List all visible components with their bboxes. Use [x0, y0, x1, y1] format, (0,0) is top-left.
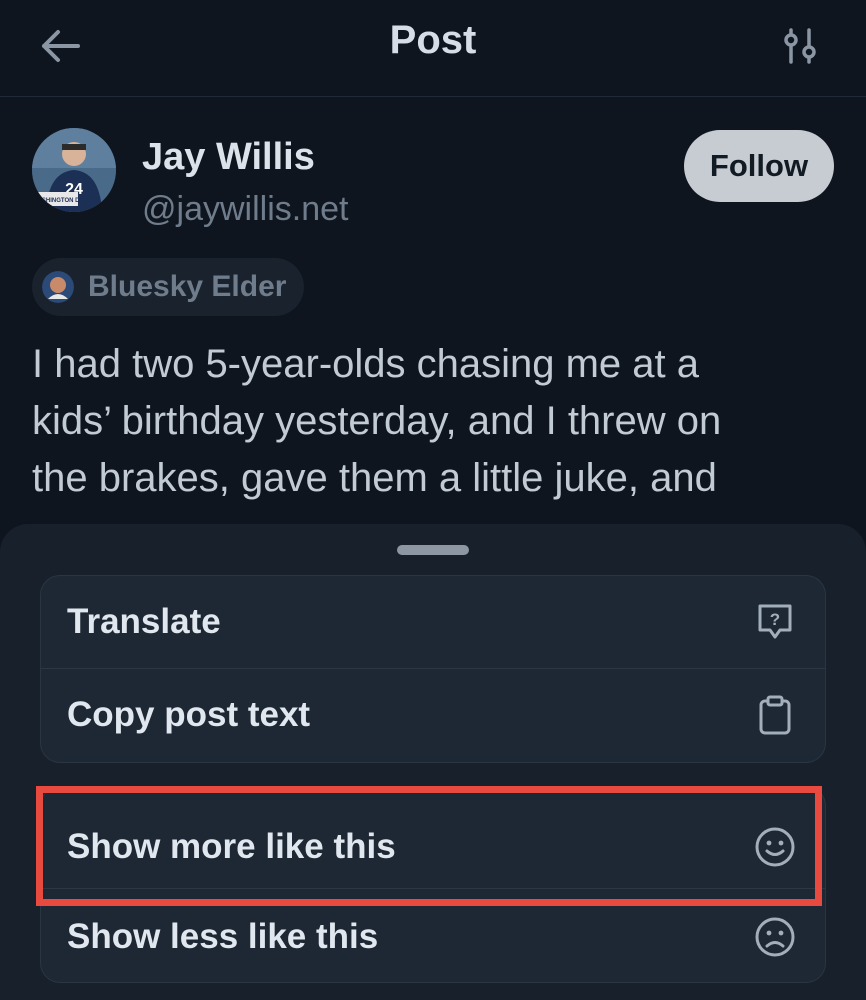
- header-bar: Post: [0, 0, 866, 97]
- author-name[interactable]: Jay Willis: [142, 136, 315, 179]
- translate-question-icon: ?: [753, 600, 797, 644]
- badge-label: Bluesky Elder: [88, 270, 287, 303]
- menu-group-primary: Translate ? Copy post text: [40, 575, 826, 763]
- sheet-drag-handle[interactable]: [397, 545, 469, 555]
- badge-icon: [42, 271, 74, 303]
- post-line: I had two 5-year-olds chasing me at a: [32, 342, 700, 386]
- post-text: I had two 5-year-olds chasing me at a ki…: [32, 336, 842, 507]
- menu-item-label: Translate: [67, 602, 221, 641]
- post-line: the brakes, gave them a little juke, and: [32, 456, 717, 500]
- menu-item-show-more[interactable]: Show more like this: [41, 801, 825, 893]
- author-handle[interactable]: @jaywillis.net: [142, 190, 348, 229]
- avatar-photo: 24 WASHINGTON DC: [32, 128, 116, 212]
- menu-group-feedback: Show more like this Show less like this: [40, 786, 826, 983]
- menu-item-copy-text[interactable]: Copy post text: [41, 669, 825, 761]
- menu-divider: [41, 888, 825, 889]
- badge-chip[interactable]: Bluesky Elder: [32, 258, 305, 316]
- page-title: Post: [389, 18, 477, 62]
- avatar-sign-text: WASHINGTON DC: [32, 198, 84, 204]
- follow-button[interactable]: Follow: [684, 130, 834, 202]
- menu-item-label: Copy post text: [67, 695, 311, 734]
- post-screen: Post 24 WASHINGTON DC Jay Willis @jaywil…: [0, 0, 866, 1000]
- sliders-icon: [784, 28, 816, 64]
- filter-button[interactable]: [778, 24, 822, 68]
- menu-item-label: Show less like this: [67, 917, 379, 956]
- svg-text:?: ?: [770, 610, 780, 629]
- post-line: kids’ birthday yesterday, and I threw on: [32, 399, 722, 443]
- frown-icon: [753, 915, 797, 959]
- menu-item-show-less[interactable]: Show less like this: [41, 891, 825, 982]
- smile-icon: [753, 825, 797, 869]
- menu-item-label: Show more like this: [67, 827, 396, 866]
- author-avatar[interactable]: 24 WASHINGTON DC: [32, 128, 116, 212]
- menu-item-translate[interactable]: Translate ?: [41, 576, 825, 668]
- clipboard-icon: [753, 693, 797, 737]
